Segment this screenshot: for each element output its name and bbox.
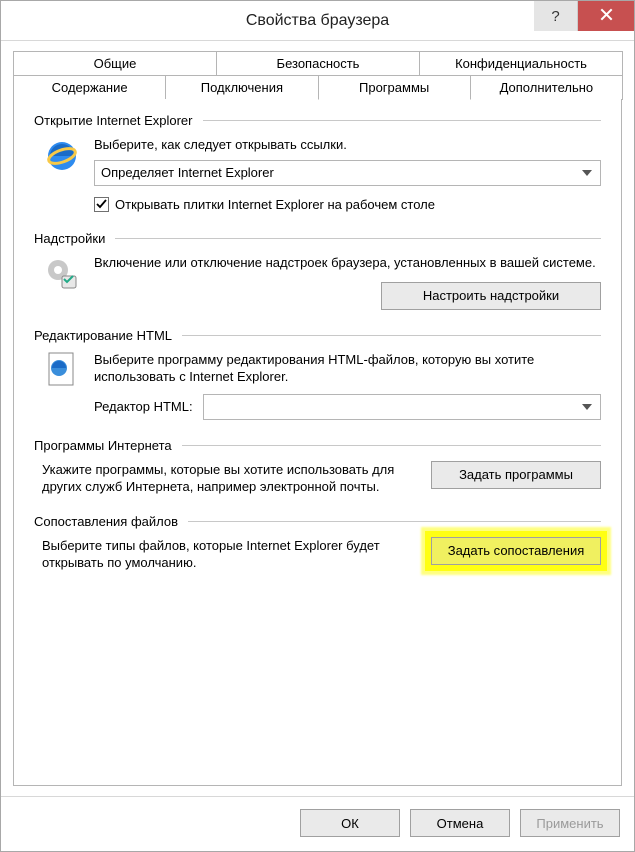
apply-button[interactable]: Применить bbox=[520, 809, 620, 837]
divider bbox=[182, 335, 601, 336]
browser-properties-dialog: Свойства браузера ? Общие Безопасность К… bbox=[0, 0, 635, 852]
section-html-edit-title: Редактирование HTML bbox=[34, 328, 172, 343]
addons-desc: Включение или отключение надстроек брауз… bbox=[94, 254, 601, 272]
set-associations-button[interactable]: Задать сопоставления bbox=[431, 537, 601, 565]
html-editor-label: Редактор HTML: bbox=[94, 399, 193, 414]
section-addons: Надстройки Включение или отключение надс bbox=[34, 231, 601, 310]
set-programs-button[interactable]: Задать программы bbox=[431, 461, 601, 489]
html-edit-desc: Выберите программу редактирования HTML-ф… bbox=[94, 351, 601, 386]
internet-programs-desc: Укажите программы, которые вы хотите исп… bbox=[42, 461, 415, 496]
titlebar: Свойства браузера ? bbox=[1, 1, 634, 41]
divider bbox=[115, 238, 601, 239]
gear-icon bbox=[42, 254, 82, 294]
manage-addons-button[interactable]: Настроить надстройки bbox=[381, 282, 601, 310]
window-controls: ? bbox=[534, 1, 634, 31]
tab-programs[interactable]: Программы bbox=[318, 75, 471, 100]
tab-row-bottom: Содержание Подключения Программы Дополни… bbox=[13, 75, 622, 100]
tab-panel-programs: Открытие Internet Explorer Выберите, как… bbox=[13, 99, 622, 786]
divider bbox=[182, 445, 601, 446]
tab-security[interactable]: Безопасность bbox=[216, 51, 420, 75]
html-editor-select[interactable] bbox=[203, 394, 601, 420]
tab-general[interactable]: Общие bbox=[13, 51, 217, 75]
tab-connections[interactable]: Подключения bbox=[165, 75, 318, 100]
section-internet-programs-title: Программы Интернета bbox=[34, 438, 172, 453]
html-file-icon bbox=[42, 351, 82, 391]
window-title: Свойства браузера bbox=[246, 12, 389, 30]
tiles-checkbox-label: Открывать плитки Internet Explorer на ра… bbox=[115, 196, 435, 214]
section-addons-title: Надстройки bbox=[34, 231, 105, 246]
close-icon bbox=[600, 8, 613, 24]
tab-row-top: Общие Безопасность Конфиденциальность bbox=[13, 51, 622, 75]
close-button[interactable] bbox=[578, 1, 634, 31]
divider bbox=[203, 120, 602, 121]
dialog-footer: ОК Отмена Применить bbox=[1, 796, 634, 851]
opening-mode-select[interactable]: Определяет Internet Explorer bbox=[94, 160, 601, 186]
section-file-assoc: Сопоставления файлов Выберите типы файло… bbox=[34, 514, 601, 572]
chevron-down-icon bbox=[578, 398, 596, 416]
tab-privacy[interactable]: Конфиденциальность bbox=[419, 51, 623, 75]
tab-content[interactable]: Содержание bbox=[13, 75, 166, 100]
cancel-button[interactable]: Отмена bbox=[410, 809, 510, 837]
opening-desc: Выберите, как следует открывать ссылки. bbox=[94, 136, 601, 154]
content-area: Общие Безопасность Конфиденциальность Со… bbox=[1, 41, 634, 796]
section-file-assoc-title: Сопоставления файлов bbox=[34, 514, 178, 529]
file-assoc-desc: Выберите типы файлов, которые Internet E… bbox=[42, 537, 415, 572]
section-opening-title: Открытие Internet Explorer bbox=[34, 113, 193, 128]
help-button[interactable]: ? bbox=[534, 1, 578, 31]
tiles-checkbox-row[interactable]: Открывать плитки Internet Explorer на ра… bbox=[94, 196, 601, 214]
internet-explorer-icon bbox=[42, 136, 82, 176]
section-html-edit: Редактирование HTML Выберите программу р… bbox=[34, 328, 601, 420]
checkbox-icon bbox=[94, 197, 109, 212]
divider bbox=[188, 521, 601, 522]
section-opening: Открытие Internet Explorer Выберите, как… bbox=[34, 113, 601, 213]
ok-button[interactable]: ОК bbox=[300, 809, 400, 837]
tab-advanced[interactable]: Дополнительно bbox=[470, 75, 623, 100]
section-internet-programs: Программы Интернета Укажите программы, к… bbox=[34, 438, 601, 496]
opening-mode-value: Определяет Internet Explorer bbox=[101, 165, 274, 180]
chevron-down-icon bbox=[578, 164, 596, 182]
